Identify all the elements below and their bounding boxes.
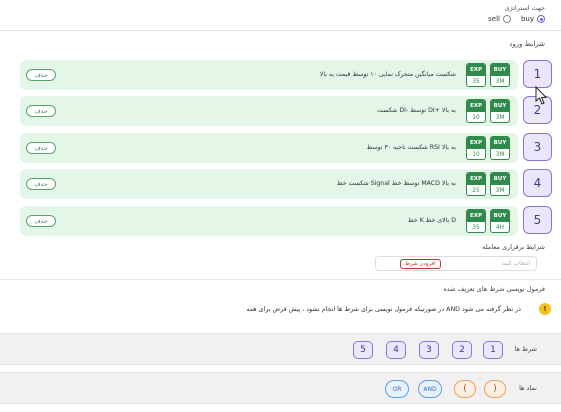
delete-button[interactable]: حذف bbox=[26, 142, 56, 154]
exp-badge-value: 10 bbox=[472, 152, 480, 158]
condition-chip-3[interactable]: 3 bbox=[419, 341, 439, 359]
condition-text: شکست ناحیه ۳۰ توسط RSI به بالا bbox=[366, 144, 456, 151]
condition-number[interactable]: 5 bbox=[523, 206, 552, 234]
condition-text: شکست میانگین متحرک نمایی ۱۰ توسط قیمت به… bbox=[319, 71, 456, 78]
exp-badge-label: EXP bbox=[467, 100, 485, 112]
exp-badge: EXP 10 bbox=[466, 99, 486, 123]
buy-badge: BUY 3M bbox=[490, 136, 510, 160]
buy-radio[interactable] bbox=[537, 15, 545, 23]
condition-text: شکست DI- توسط DI+ به بالا bbox=[377, 107, 456, 114]
buy-badge-label: BUY bbox=[491, 100, 509, 112]
condition-chip-4[interactable]: 4 bbox=[386, 341, 406, 359]
mouse-pointer-icon bbox=[535, 86, 548, 105]
delete-button[interactable]: حذف bbox=[26, 215, 56, 227]
condition-number[interactable]: 1 bbox=[523, 60, 552, 88]
select-placeholder: انتخاب کنید bbox=[501, 260, 530, 267]
buy-badge-label: BUY bbox=[491, 210, 509, 222]
or-operator-chip[interactable]: OR bbox=[385, 380, 409, 398]
buy-badge: BUY 3M bbox=[490, 172, 510, 196]
buy-badge: BUY 4H bbox=[490, 209, 510, 233]
exp-badge-label: EXP bbox=[467, 210, 485, 222]
condition-number[interactable]: 4 bbox=[523, 169, 552, 197]
conditions-label: شرط ها bbox=[514, 345, 537, 353]
condition-chip-1[interactable]: 1 bbox=[483, 341, 503, 359]
condition-row: حذف شکست خط Signal توسط خط MACD به بالا … bbox=[20, 169, 518, 199]
warning-icon: ! bbox=[539, 303, 551, 315]
delete-button[interactable]: حذف bbox=[26, 178, 56, 190]
trade-conditions-select[interactable]: انتخاب کنید افزودن شرط bbox=[375, 256, 537, 271]
exp-badge-value: 35 bbox=[472, 225, 480, 231]
add-condition-button[interactable]: افزودن شرط bbox=[400, 259, 441, 269]
buy-badge: BUY 3M bbox=[490, 99, 510, 123]
condition-row: حذف شکست میانگین متحرک نمایی ۱۰ توسط قیم… bbox=[20, 60, 518, 90]
condition-chip-5[interactable]: 5 bbox=[353, 341, 373, 359]
delete-button[interactable]: حذف bbox=[26, 105, 56, 117]
buy-badge-label: BUY bbox=[491, 173, 509, 185]
buy-badge-timeframe: 3M bbox=[495, 152, 505, 158]
exp-badge: EXP 25 bbox=[466, 172, 486, 196]
conditions-panel: شرط ها 1 2 3 4 5 bbox=[0, 333, 561, 365]
sell-option[interactable]: sell bbox=[488, 15, 511, 23]
delete-button[interactable]: حذف bbox=[26, 69, 56, 81]
close-paren-chip[interactable]: ) bbox=[484, 380, 506, 398]
symbols-label: نماد ها bbox=[519, 384, 537, 392]
condition-row: حذف خط K بالای خط D EXP 35 BUY 4H bbox=[20, 206, 518, 236]
exp-badge-value: 25 bbox=[472, 188, 480, 194]
exp-badge: EXP 10 bbox=[466, 136, 486, 160]
buy-badge-label: BUY bbox=[491, 64, 509, 76]
entry-conditions-title: شرایط ورود bbox=[509, 40, 545, 48]
buy-badge-label: BUY bbox=[491, 137, 509, 149]
sell-radio[interactable] bbox=[502, 15, 511, 23]
buy-badge-timeframe: 4H bbox=[495, 225, 505, 231]
buy-badge-timeframe: 3M bbox=[495, 79, 505, 85]
condition-row: حذف شکست DI- توسط DI+ به بالا EXP 10 BUY… bbox=[20, 96, 518, 126]
condition-number[interactable]: 3 bbox=[523, 133, 552, 161]
strategy-direction-options: sell buy bbox=[488, 15, 545, 23]
strategy-direction-title: جهت استراتژی bbox=[504, 4, 545, 12]
condition-row: حذف شکست ناحیه ۳۰ توسط RSI به بالا EXP 1… bbox=[20, 133, 518, 163]
exp-badge: EXP 35 bbox=[466, 63, 486, 87]
divider bbox=[0, 279, 561, 280]
buy-label: buy bbox=[520, 15, 534, 23]
condition-chip-2[interactable]: 2 bbox=[452, 341, 472, 359]
exp-badge-label: EXP bbox=[467, 173, 485, 185]
exp-badge: EXP 35 bbox=[466, 209, 486, 233]
buy-badge: BUY 3M bbox=[490, 63, 510, 87]
condition-text: خط K بالای خط D bbox=[407, 217, 456, 224]
exp-badge-value: 10 bbox=[472, 115, 480, 121]
symbols-panel: نماد ها ) ( AND OR bbox=[0, 372, 561, 404]
formula-title: فرمول نویسی شرط های تعریف شده bbox=[443, 285, 545, 293]
buy-option[interactable]: buy bbox=[521, 15, 545, 23]
exp-badge-value: 35 bbox=[472, 79, 480, 85]
buy-badge-timeframe: 3M bbox=[495, 115, 505, 121]
exp-badge-label: EXP bbox=[467, 137, 485, 149]
trade-conditions-title: شرایط برقراری معامله bbox=[482, 243, 545, 251]
buy-badge-timeframe: 3M bbox=[495, 188, 505, 194]
formula-note: در صورتیکه فرمول نویسی برای شرط ها انجام… bbox=[246, 306, 521, 313]
open-paren-chip[interactable]: ( bbox=[454, 380, 476, 398]
exp-badge-label: EXP bbox=[467, 64, 485, 76]
condition-text: شکست خط Signal توسط خط MACD به بالا bbox=[336, 180, 456, 187]
and-operator-chip[interactable]: AND bbox=[418, 380, 442, 398]
divider bbox=[0, 30, 561, 31]
sell-label: sell bbox=[488, 15, 500, 23]
